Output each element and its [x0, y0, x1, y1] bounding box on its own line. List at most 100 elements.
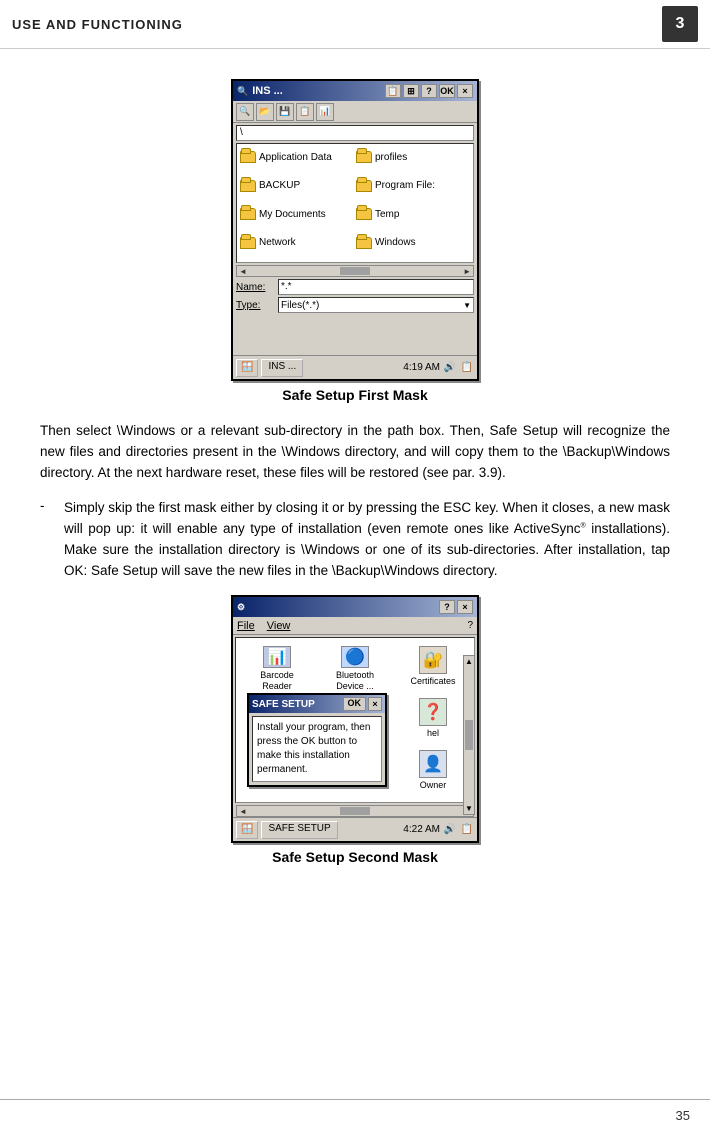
- menu-view[interactable]: View: [267, 620, 291, 632]
- second-titlebar-left: ⚙: [237, 602, 245, 613]
- popup-ok-button[interactable]: OK: [343, 697, 367, 711]
- ok-button[interactable]: OK: [439, 84, 455, 98]
- tray-icon-1: 🔊: [443, 361, 457, 375]
- second-help-button[interactable]: ?: [439, 600, 455, 614]
- help-button[interactable]: ?: [421, 84, 437, 98]
- popup-close-button[interactable]: ×: [368, 697, 382, 711]
- second-taskbar-time: 4:22 AM: [403, 824, 440, 835]
- first-titlebar: 🔍 INS ... 📋 ⊞ ? OK ×: [233, 81, 477, 101]
- name-row: Name: *.*: [236, 279, 474, 295]
- second-screenshot-wrap: ⚙ ? × File View ? 📊 BarcodeRead: [40, 595, 670, 865]
- bluetooth-label: BluetoothDevice ...: [336, 670, 374, 692]
- file-item-mydocs[interactable]: My Documents: [240, 204, 354, 224]
- name-value: *.*: [281, 281, 292, 292]
- folder-icon-programfiles: [356, 180, 372, 192]
- hel-icon: ❓: [419, 698, 447, 726]
- settings-icon: ⚙: [237, 602, 245, 613]
- second-tray-icon-1: 🔊: [443, 823, 457, 837]
- folder-icon-backup: [240, 180, 256, 192]
- second-taskbar-app-button[interactable]: SAFE SETUP: [261, 821, 337, 839]
- second-scroll-left[interactable]: ◄: [239, 807, 247, 816]
- type-select[interactable]: Files(*.*) ▼: [278, 297, 474, 313]
- bullet-item-1: - Simply skip the first mask either by c…: [40, 498, 670, 582]
- menubar: File View ?: [233, 617, 477, 635]
- popup-body: Install your program, then press the OK …: [252, 716, 382, 782]
- file-item-network[interactable]: Network: [240, 233, 354, 253]
- first-caption: Safe Setup First Mask: [282, 387, 428, 403]
- minimize-button[interactable]: 📋: [385, 84, 401, 98]
- second-scroll-thumb[interactable]: [340, 807, 370, 815]
- scroll-left-arrow[interactable]: ◄: [239, 267, 247, 276]
- icon-barcode-reader[interactable]: 📊 BarcodeReader: [238, 642, 316, 694]
- chapter-badge: 3: [662, 6, 698, 42]
- file-item-temp[interactable]: Temp: [356, 204, 470, 224]
- page-content: 🔍 INS ... 📋 ⊞ ? OK × 🔍 📂 💾 📋 📊: [0, 49, 710, 903]
- dialog-inner: 📊 BarcodeReader 🔵 BluetoothDevice ... 🔐 …: [233, 637, 477, 803]
- type-value: Files(*.*): [281, 300, 319, 311]
- path-bar[interactable]: \: [236, 125, 474, 141]
- file-label-backup: BACKUP: [259, 180, 300, 191]
- scroll-right-arrow[interactable]: ►: [463, 267, 471, 276]
- v-scrollbar[interactable]: ▲ ▼: [463, 655, 475, 815]
- body-text-1: Then select \Windows or a relevant sub-d…: [40, 421, 670, 484]
- popup-titlebar: SAFE SETUP OK ×: [249, 695, 385, 713]
- file-item-programfiles[interactable]: Program File:: [356, 176, 470, 196]
- file-item-appdata[interactable]: Application Data: [240, 147, 354, 167]
- first-toolbar: 🔍 📂 💾 📋 📊: [233, 101, 477, 123]
- file-label-network: Network: [259, 237, 296, 248]
- second-dialog: ⚙ ? × File View ? 📊 BarcodeRead: [231, 595, 479, 843]
- first-screenshot-wrap: 🔍 INS ... 📋 ⊞ ? OK × 🔍 📂 💾 📋 📊: [40, 79, 670, 403]
- second-start-logo: 🪟: [241, 824, 253, 835]
- menu-file[interactable]: File: [237, 620, 255, 632]
- start-logo: 🪟: [241, 362, 253, 373]
- certificates-icon: 🔐: [419, 646, 447, 674]
- taskbar-app-button[interactable]: INS ...: [261, 359, 303, 377]
- popup-buttons: OK ×: [343, 697, 383, 711]
- certificates-label: Certificates: [410, 676, 455, 687]
- folder-icon-btn[interactable]: 📂: [256, 103, 274, 121]
- grid-icon[interactable]: 📋: [296, 103, 314, 121]
- icon-certificates[interactable]: 🔐 Certificates: [394, 642, 472, 694]
- barcode-icon: 📊: [263, 646, 291, 668]
- second-close-button[interactable]: ×: [457, 600, 473, 614]
- name-input[interactable]: *.*: [278, 279, 474, 295]
- scroll-up-arrow[interactable]: ▲: [465, 657, 473, 666]
- file-label-appdata: Application Data: [259, 152, 332, 163]
- maximize-button[interactable]: ⊞: [403, 84, 419, 98]
- icon-hel[interactable]: ❓ hel: [394, 694, 472, 746]
- bullet-text-1: Simply skip the first mask either by clo…: [64, 498, 670, 582]
- v-scroll-thumb[interactable]: [465, 720, 473, 750]
- type-label: Type:: [236, 300, 274, 311]
- hel-label: hel: [427, 728, 439, 738]
- second-start-button[interactable]: 🪟: [236, 821, 258, 839]
- file-label-profiles: profiles: [375, 152, 407, 163]
- titlebar-buttons: 📋 ⊞ ? OK ×: [385, 84, 473, 98]
- save-icon[interactable]: 💾: [276, 103, 294, 121]
- second-titlebar-buttons: ? ×: [439, 600, 473, 614]
- menu-help[interactable]: ?: [467, 620, 473, 631]
- select-arrow-icon: ▼: [463, 301, 471, 310]
- folder-icon-profiles: [356, 151, 372, 163]
- h-scrollbar[interactable]: ◄ ►: [236, 265, 474, 277]
- scroll-down-arrow[interactable]: ▼: [465, 804, 473, 813]
- header-title: USE AND FUNCTIONING: [12, 17, 183, 32]
- second-taskbar: 🪟 SAFE SETUP 4:22 AM 🔊 📋: [233, 817, 477, 841]
- header: USE AND FUNCTIONING 3: [0, 0, 710, 49]
- first-titlebar-text: INS ...: [252, 85, 283, 97]
- file-item-profiles[interactable]: profiles: [356, 147, 470, 167]
- path-text: \: [240, 127, 243, 138]
- second-h-scrollbar[interactable]: ◄ ►: [236, 805, 474, 817]
- file-item-backup[interactable]: BACKUP: [240, 176, 354, 196]
- page-number: 35: [676, 1108, 690, 1123]
- scroll-thumb[interactable]: [340, 267, 370, 275]
- popup-title-text: SAFE SETUP: [252, 699, 315, 710]
- start-button[interactable]: 🪟: [236, 359, 258, 377]
- close-button[interactable]: ×: [457, 84, 473, 98]
- taskbar-time: 4:19 AM: [403, 362, 440, 373]
- icon-owner[interactable]: 👤 Owner: [394, 746, 472, 798]
- list-icon[interactable]: 📊: [316, 103, 334, 121]
- titlebar-left: 🔍 INS ...: [237, 85, 283, 97]
- icon-bluetooth[interactable]: 🔵 BluetoothDevice ...: [316, 642, 394, 694]
- search-icon[interactable]: 🔍: [236, 103, 254, 121]
- file-item-windows[interactable]: Windows: [356, 233, 470, 253]
